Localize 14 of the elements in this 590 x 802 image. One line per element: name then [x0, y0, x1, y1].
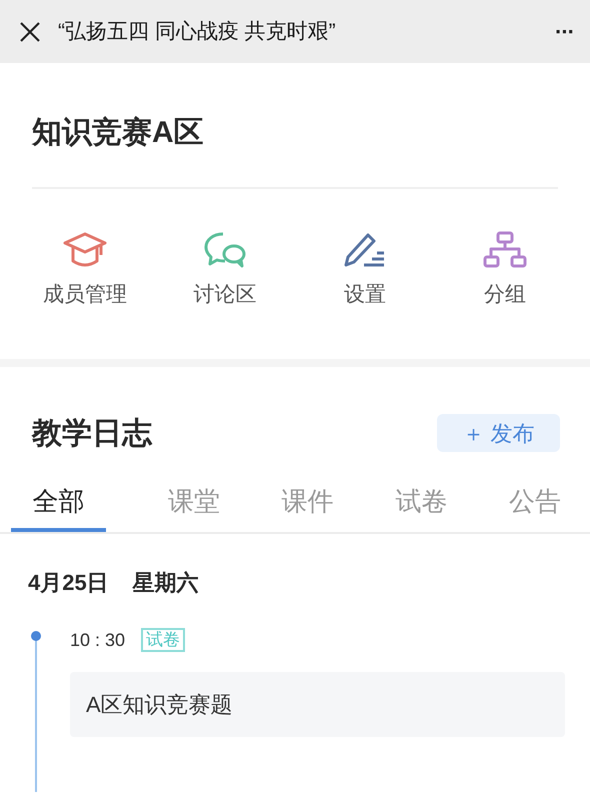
section-title: 教学日志: [32, 416, 152, 452]
action-button[interactable]: 讨论区: [155, 231, 295, 310]
tab[interactable]: 全部: [11, 476, 106, 532]
entry-card[interactable]: A区知识竞赛题: [70, 672, 565, 736]
type-tag: 试卷: [141, 628, 186, 652]
entry-time: 10 : 30: [70, 628, 126, 652]
action-button[interactable]: 分组: [435, 231, 575, 310]
window-title: “弘扬五四 同心战疫 共克时艰”: [58, 18, 337, 45]
weekday-label: 星期六: [132, 568, 199, 596]
more-button[interactable]: ···: [555, 20, 574, 42]
course-title: 知识竞赛A区: [32, 115, 205, 151]
action-button[interactable]: 成员管理: [15, 231, 155, 310]
action-button[interactable]: 设置: [295, 231, 435, 310]
date-label: 4月25日: [28, 568, 109, 596]
